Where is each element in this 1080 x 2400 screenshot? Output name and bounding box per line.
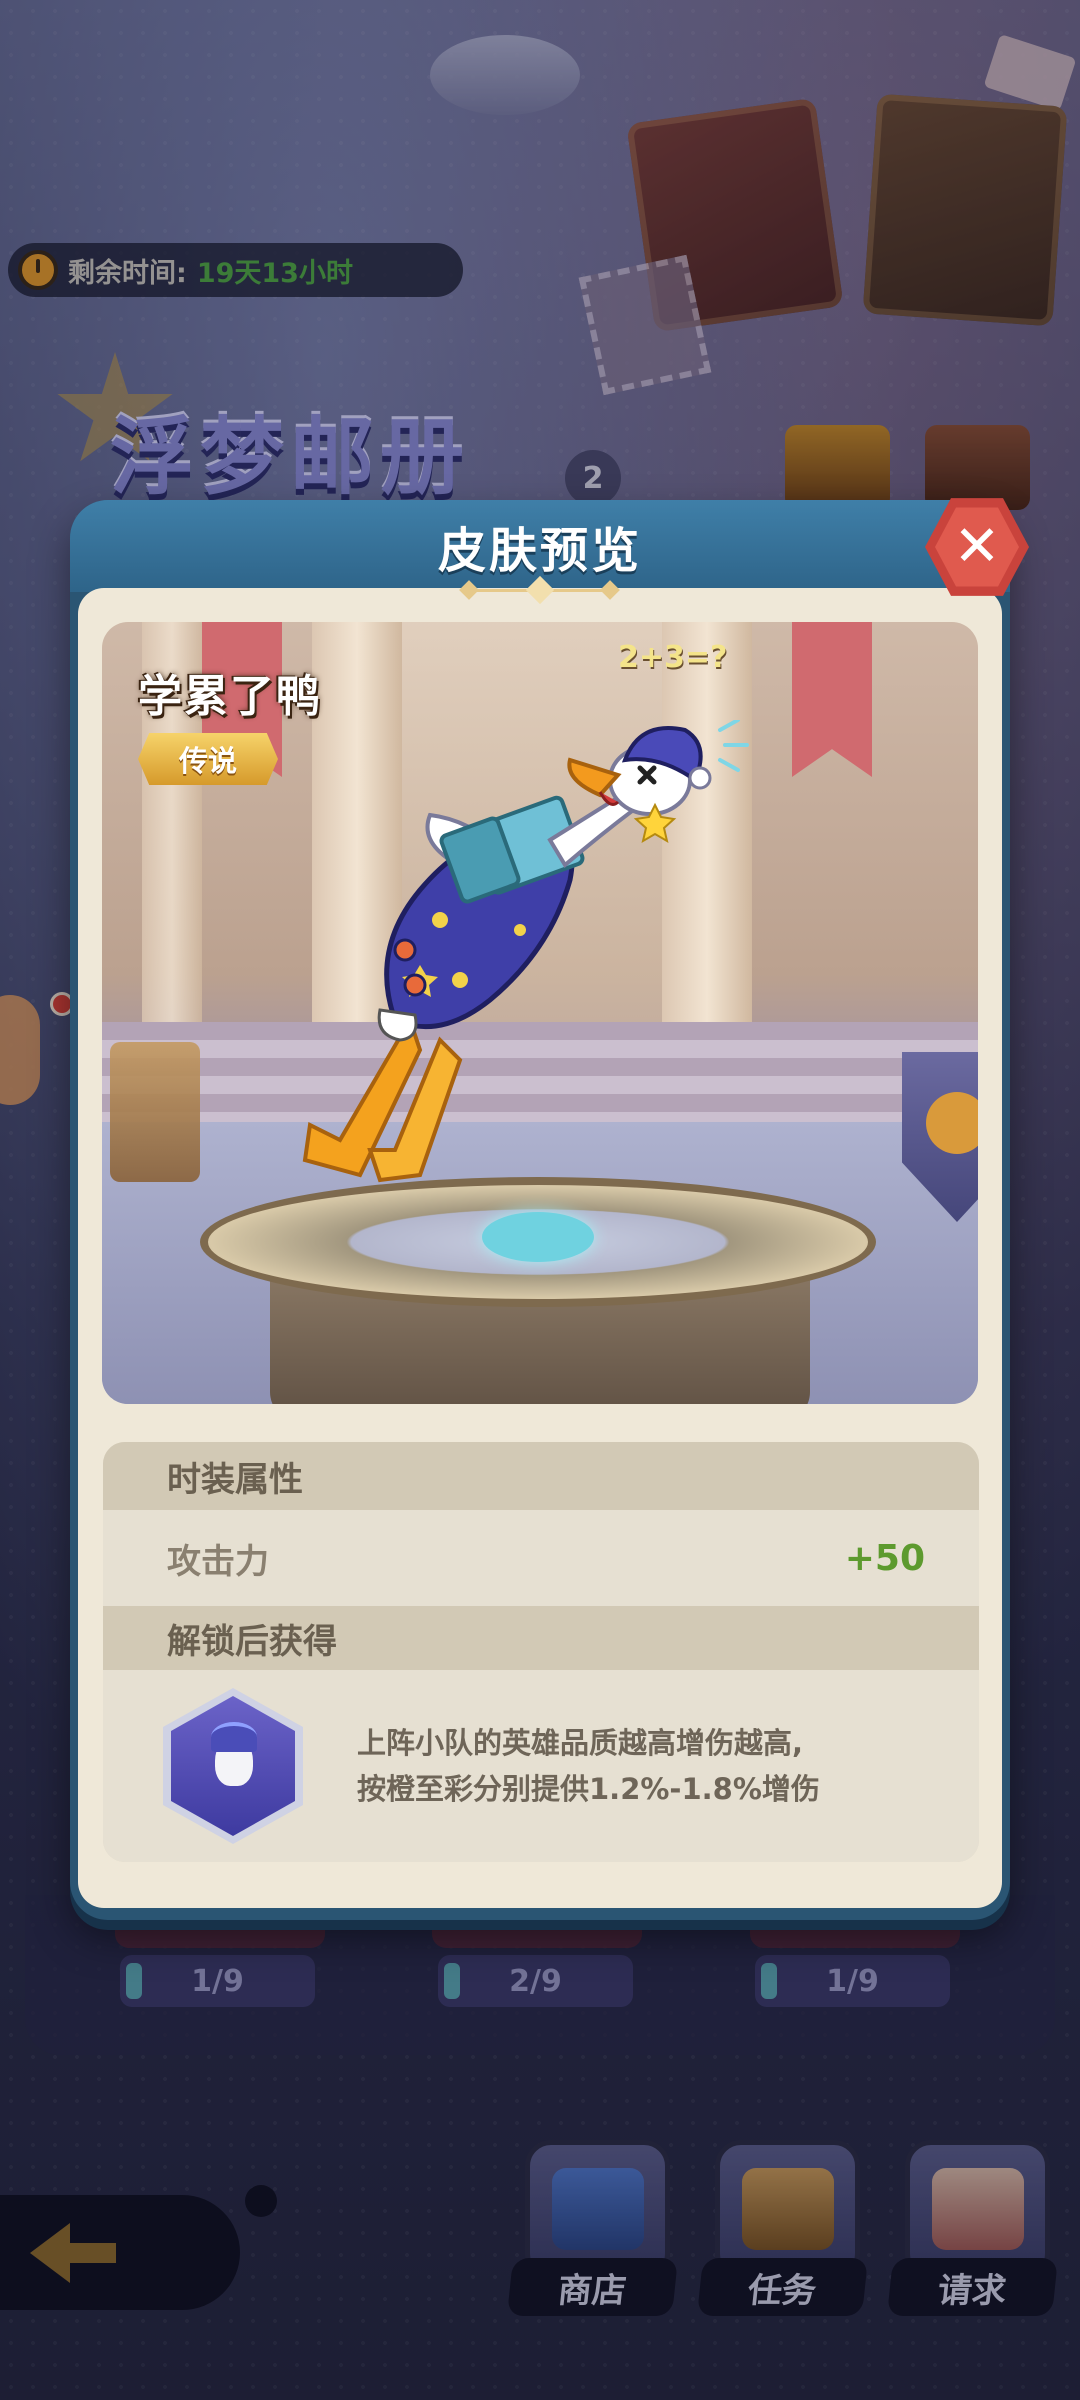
attack-label: 攻击力 bbox=[167, 1541, 269, 1582]
bonus-description: 上阵小队的英雄品质越高增伤越高, 按橙至彩分别提供1.2%-1.8%增伤 bbox=[357, 1720, 820, 1812]
goose-skin-illustration bbox=[302, 720, 749, 1183]
attack-value: +50 bbox=[844, 1537, 925, 1579]
scene-note: 2+3=? bbox=[618, 640, 728, 675]
unlock-reward-title: 解锁后获得 bbox=[167, 1621, 337, 1662]
close-icon: ✕ bbox=[953, 514, 1001, 579]
hall-banner bbox=[792, 622, 872, 777]
attributes-title: 时装属性 bbox=[167, 1459, 303, 1500]
bonus-description-line: 按橙至彩分别提供1.2%-1.8%增伤 bbox=[357, 1772, 820, 1806]
close-button-face: ✕ bbox=[935, 507, 1019, 587]
attack-stat-row: 攻击力 +50 bbox=[103, 1510, 979, 1606]
header-ornament bbox=[459, 575, 620, 605]
unlock-reward-header: 解锁后获得 bbox=[103, 1606, 979, 1670]
pedestal-gem bbox=[482, 1212, 594, 1262]
skin-attributes-panel: 时装属性 攻击力 +50 解锁后获得 上阵小队的英雄品质越高增伤越高, 按橙至彩… bbox=[103, 1442, 979, 1862]
bonus-description-line: 上阵小队的英雄品质越高增伤越高, bbox=[357, 1726, 804, 1760]
rarity-badge: 传说 bbox=[138, 733, 278, 785]
skin-name: 学累了鸭 bbox=[138, 671, 322, 722]
attributes-header: 时装属性 bbox=[103, 1442, 979, 1510]
rarity-label: 传说 bbox=[178, 744, 237, 778]
signpost-decoration bbox=[110, 1042, 200, 1182]
bonus-icon-frame[interactable] bbox=[163, 1688, 303, 1844]
dialog-title: 皮肤预览 bbox=[437, 523, 642, 579]
sleepy-goose-buff-icon bbox=[171, 1696, 295, 1836]
unlock-reward-row: 上阵小队的英雄品质越高增伤越高, 按橙至彩分别提供1.2%-1.8%增伤 bbox=[103, 1670, 979, 1862]
